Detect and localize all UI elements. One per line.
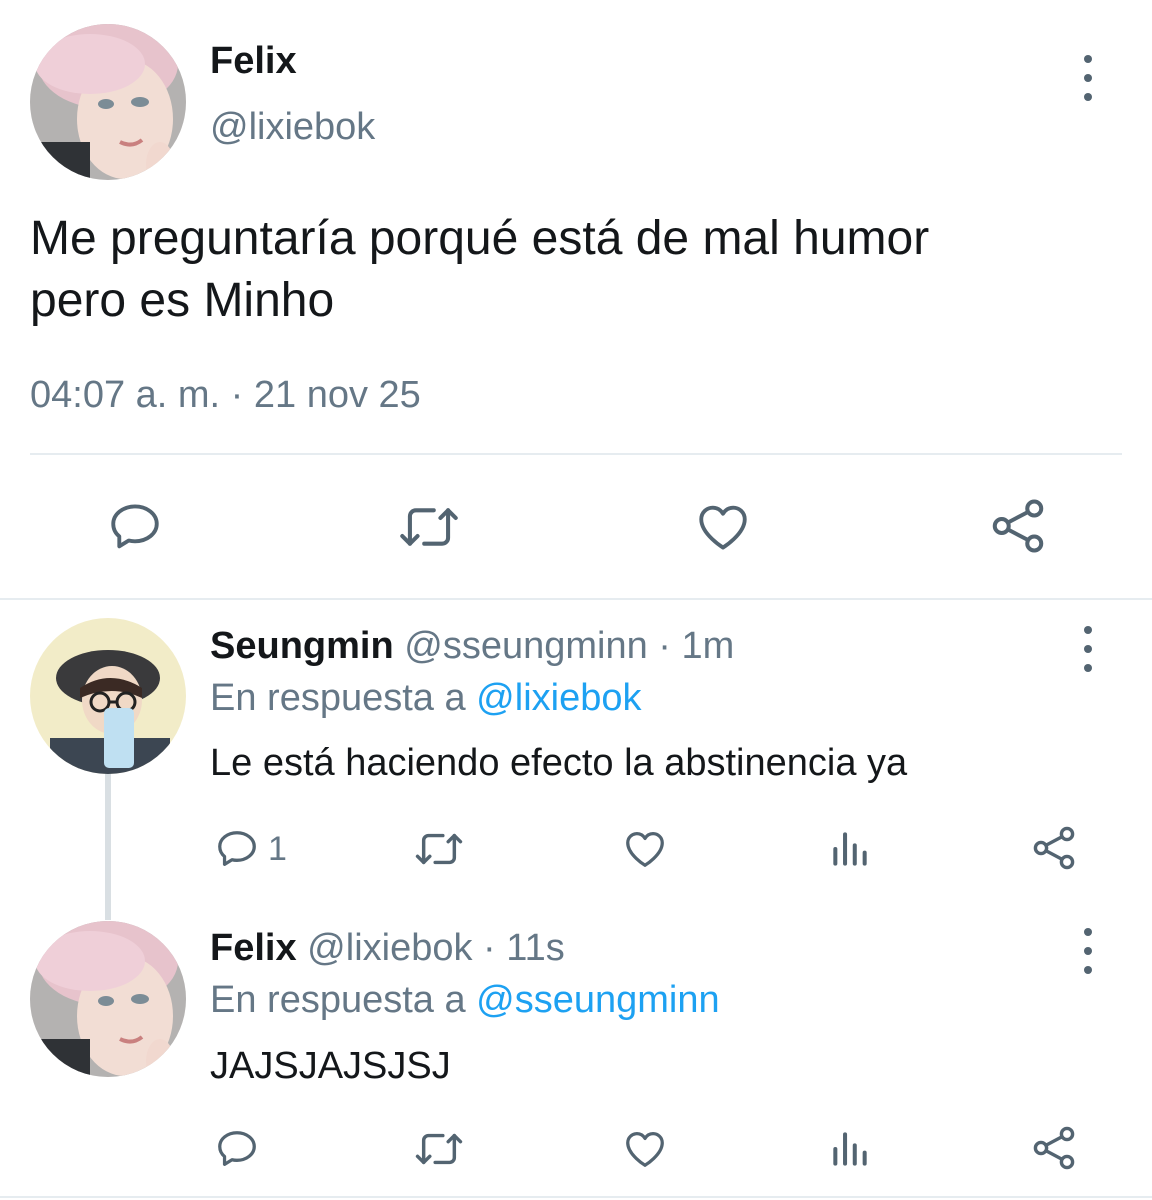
retweet-icon[interactable]: [398, 498, 460, 556]
reply-header: Felix @lixiebok · 11s: [210, 927, 565, 970]
reply-context: En respuesta a @sseungminn: [210, 979, 720, 1022]
reply-icon[interactable]: [214, 1126, 260, 1172]
heart-icon[interactable]: [694, 498, 752, 556]
author-name[interactable]: Seungmin: [210, 625, 394, 667]
tweet-text: Le está haciendo efecto la abstinencia y…: [210, 742, 908, 784]
views-icon[interactable]: [828, 826, 872, 872]
tweet-text-line: Me preguntaría porqué está de mal humor: [30, 212, 930, 265]
timestamp[interactable]: 04:07 a. m. · 21 nov 25: [30, 374, 421, 417]
views-icon[interactable]: [828, 1126, 872, 1172]
mention-link[interactable]: @sseungminn: [476, 979, 719, 1021]
tweet-text: Me preguntaría porqué está de mal humor …: [30, 208, 1130, 332]
more-options-icon[interactable]: [1078, 626, 1098, 672]
avatar[interactable]: [30, 618, 186, 774]
relative-time[interactable]: · 1m: [658, 625, 734, 667]
share-icon[interactable]: [1030, 824, 1078, 872]
retweet-icon[interactable]: [414, 1126, 464, 1172]
reply-icon[interactable]: [214, 826, 260, 872]
retweet-icon[interactable]: [414, 826, 464, 872]
author-name[interactable]: Felix: [210, 927, 297, 969]
more-options-icon[interactable]: [1078, 928, 1098, 974]
avatar[interactable]: [30, 921, 186, 1077]
tweet-text-line: pero es Minho: [30, 274, 335, 327]
heart-icon[interactable]: [622, 826, 668, 872]
tweet-text: JAJSJAJSJSJ: [210, 1045, 451, 1087]
avatar[interactable]: [30, 24, 186, 180]
reply-prefix: En respuesta a: [210, 677, 466, 719]
author-handle[interactable]: @sseungminn: [404, 625, 647, 667]
thread-line: [105, 772, 111, 920]
reply-action[interactable]: [214, 1126, 268, 1172]
heart-icon[interactable]: [622, 1126, 668, 1172]
divider: [30, 453, 1122, 455]
mention-link[interactable]: @lixiebok: [476, 677, 641, 719]
author-handle[interactable]: @lixiebok: [307, 927, 472, 969]
more-options-icon[interactable]: [1078, 55, 1098, 101]
reply-prefix: En respuesta a: [210, 979, 466, 1021]
author-name[interactable]: Felix: [210, 40, 297, 83]
divider: [0, 598, 1152, 600]
author-handle[interactable]: @lixiebok: [210, 106, 375, 149]
reply-icon[interactable]: [106, 498, 164, 556]
share-icon[interactable]: [988, 496, 1048, 556]
reply-context: En respuesta a @lixiebok: [210, 677, 641, 720]
reply-header: Seungmin @sseungminn · 1m: [210, 625, 734, 668]
relative-time[interactable]: · 11s: [483, 927, 565, 969]
reply-count: 1: [268, 830, 287, 868]
share-icon[interactable]: [1030, 1124, 1078, 1172]
divider: [0, 1196, 1152, 1198]
reply-action[interactable]: 1: [214, 826, 287, 872]
